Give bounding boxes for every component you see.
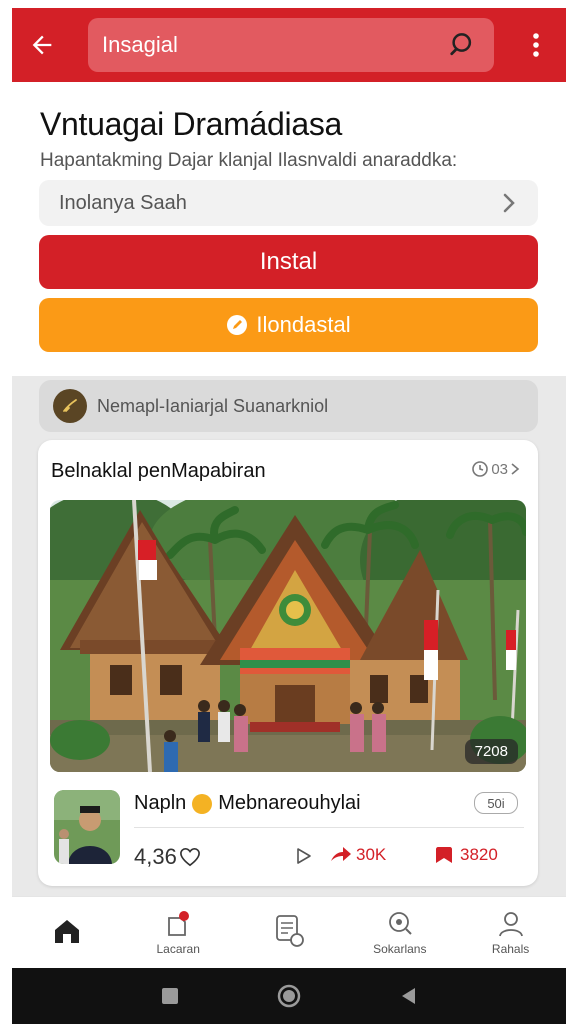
more-vertical-icon xyxy=(533,33,539,57)
channel-row[interactable]: Nemapl-Ianiarjal Suanarkniol xyxy=(39,380,538,432)
home-icon xyxy=(55,919,80,943)
nav-home[interactable] xyxy=(12,897,123,968)
nav-notifications[interactable]: Lacaran xyxy=(123,897,234,968)
notification-icon xyxy=(168,910,190,936)
bookmark-icon xyxy=(436,847,452,863)
page-title: Vntuagai Dramádiasa xyxy=(40,106,343,142)
like-count: 4,36 xyxy=(134,844,177,869)
save-count: 3820 xyxy=(460,845,498,864)
share-button[interactable]: 30K xyxy=(330,845,386,865)
author-name: Napln xyxy=(134,792,187,814)
secondary-button-label: Ilondastal xyxy=(256,312,351,337)
divider xyxy=(134,827,524,828)
share-arrow-icon xyxy=(331,847,351,861)
arrow-left-icon xyxy=(32,35,52,55)
share-count: 30K xyxy=(356,845,387,864)
app-screen: Insagial Vntuagai Dramádiasa Hapantakmin… xyxy=(12,0,566,1024)
selector-value: Inolanya Saah xyxy=(59,191,187,214)
install-button-label: Instal xyxy=(259,248,318,275)
save-button[interactable]: 3820 xyxy=(434,845,498,865)
nav-search[interactable]: Sokarlans xyxy=(344,897,455,968)
profile-icon xyxy=(498,911,523,936)
search-icon[interactable] xyxy=(446,28,480,62)
play-icon xyxy=(297,848,311,864)
recents-icon[interactable] xyxy=(161,987,179,1005)
app-bar: Insagial xyxy=(12,8,566,82)
search-icon xyxy=(388,911,412,935)
nav-profile[interactable]: Rahals xyxy=(455,897,566,968)
edit-icon xyxy=(227,315,248,335)
chat-icon xyxy=(276,914,304,947)
search-input[interactable]: Insagial xyxy=(102,32,446,58)
install-button[interactable]: Instal xyxy=(39,235,538,289)
tag-badge-label: 50i xyxy=(487,795,505,811)
channel-avatar xyxy=(53,389,87,423)
nav-profile-label: Rahals xyxy=(491,941,530,956)
heart-icon xyxy=(179,847,200,867)
home-circle-icon[interactable] xyxy=(277,984,301,1008)
traditional-house-image xyxy=(50,500,526,772)
bottom-navigation: Lacaran Sokarlans Rahals xyxy=(12,896,566,968)
post-meta[interactable]: 03 xyxy=(471,460,520,478)
secondary-action-button[interactable]: Ilondastal xyxy=(39,298,538,352)
chevron-right-icon xyxy=(503,193,515,213)
search-bar[interactable]: Insagial xyxy=(88,18,494,72)
nav-notifications-label: Lacaran xyxy=(156,941,200,956)
post-photo[interactable]: 7208 xyxy=(50,500,526,772)
page-subtitle: Hapantakming Dajar klanjal Ilasnvaldi an… xyxy=(40,150,458,171)
post-card[interactable]: Belnaklal penMapabiran 03 7208 Napln Meb… xyxy=(38,440,538,886)
verified-badge-icon xyxy=(192,793,213,814)
tag-badge[interactable]: 50i xyxy=(474,792,518,814)
clock-icon xyxy=(472,461,489,477)
nav-chat[interactable] xyxy=(234,897,345,968)
avatar[interactable] xyxy=(54,790,120,864)
author-handle: Mebnareouhylai xyxy=(218,792,361,814)
post-title: Belnaklal penMapabiran xyxy=(51,460,266,482)
brush-logo-icon xyxy=(63,399,77,412)
author-photo xyxy=(54,790,120,864)
more-options-button[interactable] xyxy=(530,30,542,60)
back-button[interactable] xyxy=(12,8,72,82)
system-navigation-bar xyxy=(12,968,566,1024)
channel-name: Nemapl-Ianiarjal Suanarkniol xyxy=(97,395,329,416)
option-selector[interactable]: Inolanya Saah xyxy=(39,180,538,226)
author-row[interactable]: Napln Mebnareouhylai xyxy=(134,792,361,815)
chevron-right-icon xyxy=(511,463,520,475)
post-meta-count: 03 xyxy=(491,460,508,478)
back-triangle-icon[interactable] xyxy=(399,986,417,1006)
play-button[interactable] xyxy=(296,847,312,870)
nav-search-label: Sokarlans xyxy=(373,941,427,956)
like-button[interactable]: 4,36 xyxy=(134,844,201,870)
photo-badge: 7208 xyxy=(464,739,518,764)
